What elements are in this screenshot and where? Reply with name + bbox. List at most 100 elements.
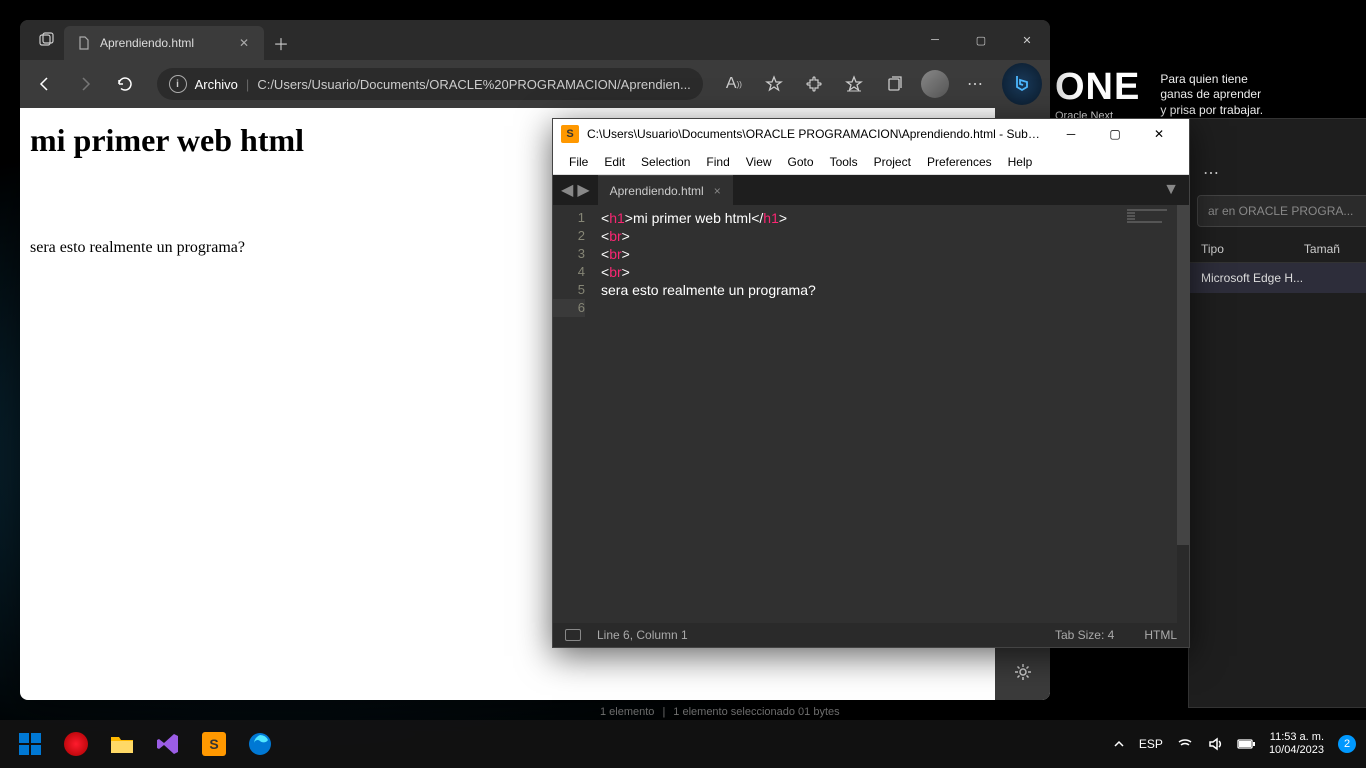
maximize-button[interactable]: ▢ (1093, 119, 1137, 149)
explorer-statusbar: 1 elemento | 1 elemento seleccionado 01 … (600, 706, 840, 718)
sublime-menubar: FileEditSelectionFindViewGotoToolsProjec… (553, 149, 1189, 175)
favorite-icon[interactable] (757, 66, 791, 102)
start-button[interactable] (10, 724, 50, 764)
menu-goto[interactable]: Goto (780, 149, 822, 174)
sublime-logo-icon: S (561, 125, 579, 143)
sublime-window-controls: ─ ▢ ✕ (1049, 119, 1181, 149)
sublime-text-window[interactable]: S C:\Users\Usuario\Documents\ORACLE PROG… (552, 118, 1190, 648)
refresh-button[interactable] (108, 66, 142, 102)
code-line-4[interactable]: <br> (601, 263, 1189, 281)
sublime-title: C:\Users\Usuario\Documents\ORACLE PROGRA… (587, 127, 1041, 141)
taskbar-clock[interactable]: 11:53 a. m. 10/04/2023 (1269, 731, 1324, 757)
volume-icon[interactable] (1207, 736, 1223, 752)
scroll-thumb[interactable] (1177, 205, 1189, 545)
minimize-button[interactable]: ─ (912, 20, 958, 60)
system-tray: ESP 11:53 a. m. 10/04/2023 2 (1113, 731, 1356, 757)
language-indicator[interactable]: ESP (1139, 737, 1163, 751)
status-syntax[interactable]: HTML (1144, 628, 1177, 642)
visual-studio-icon[interactable] (148, 724, 188, 764)
menu-tools[interactable]: Tools (822, 149, 866, 174)
address-path: C:/Users/Usuario/Documents/ORACLE%20PROG… (257, 77, 690, 92)
sublime-titlebar[interactable]: S C:\Users\Usuario\Documents\ORACLE PROG… (553, 119, 1189, 149)
sublime-statusbar: Line 6, Column 1 Tab Size: 4 HTML (553, 623, 1189, 647)
tab-title: Aprendiendo.html (100, 36, 194, 50)
tray-chevron-icon[interactable] (1113, 738, 1125, 750)
menu-edit[interactable]: Edit (596, 149, 633, 174)
windows-taskbar[interactable]: S ESP 11:53 a. m. 10/04/2023 2 (0, 720, 1366, 768)
line-gutter: 123456 (553, 205, 595, 623)
tab-next-icon[interactable]: ▶ (577, 180, 589, 200)
menu-preferences[interactable]: Preferences (919, 149, 1000, 174)
tab-strip: Aprendiendo.html ✕ ＋ (20, 20, 298, 60)
menu-help[interactable]: Help (1000, 149, 1041, 174)
wifi-icon[interactable] (1177, 736, 1193, 752)
tab-nav-arrows[interactable]: ◀ ▶ (553, 175, 598, 205)
explorer-column-headers[interactable]: Tipo Tamañ (1189, 235, 1366, 263)
scrollbar[interactable] (1177, 205, 1189, 623)
sublime-text-icon[interactable]: S (194, 724, 234, 764)
tab-close-button[interactable]: ✕ (236, 35, 252, 51)
tab-close-icon[interactable]: × (714, 184, 721, 198)
column-type[interactable]: Tipo (1201, 242, 1224, 256)
back-button[interactable] (28, 66, 62, 102)
menu-view[interactable]: View (738, 149, 780, 174)
tab-actions-button[interactable] (28, 20, 64, 60)
address-bar[interactable]: i Archivo | C:/Users/Usuario/Documents/O… (157, 68, 703, 100)
taskbar-pinned: S (10, 724, 280, 764)
window-controls: ─ ▢ ✕ (912, 20, 1050, 60)
column-size[interactable]: Tamañ (1304, 242, 1340, 256)
close-button[interactable]: ✕ (1137, 119, 1181, 149)
tab-prev-icon[interactable]: ◀ (561, 180, 573, 200)
battery-icon[interactable] (1237, 738, 1255, 750)
forward-button[interactable] (68, 66, 102, 102)
code-line-3[interactable]: <br> (601, 245, 1189, 263)
sublime-tabbar: ◀ ▶ Aprendiendo.html × ▼ (553, 175, 1189, 205)
status-tabsize[interactable]: Tab Size: 4 (1055, 628, 1114, 642)
new-tab-button[interactable]: ＋ (264, 26, 298, 60)
status-position: Line 6, Column 1 (597, 628, 688, 642)
explorer-titlebar[interactable]: ─ ▢ ✕ (1189, 119, 1366, 151)
code-line-2[interactable]: <br> (601, 227, 1189, 245)
panel-icon[interactable] (565, 629, 581, 641)
edge-icon[interactable] (240, 724, 280, 764)
one-tagline: Para quien tiene ganas de aprender y pri… (1160, 72, 1263, 119)
file-icon (76, 35, 92, 51)
explorer-search-input[interactable]: ar en ORACLE PROGRA... (1197, 195, 1366, 227)
profile-avatar[interactable] (918, 66, 952, 102)
explorer-window[interactable]: ─ ▢ ✕ ⋯ ar en ORACLE PROGRA... Tipo Tama… (1188, 118, 1366, 708)
address-protocol: Archivo (195, 77, 238, 92)
minimap[interactable] (1127, 209, 1177, 249)
code-area[interactable]: <h1>mi primer web html</h1><br><br><br>s… (595, 205, 1189, 623)
minimize-button[interactable]: ─ (1049, 119, 1093, 149)
file-explorer-icon[interactable] (102, 724, 142, 764)
maximize-button[interactable]: ▢ (958, 20, 1004, 60)
bing-chat-button[interactable] (1002, 63, 1042, 105)
one-logo: ONE (1055, 66, 1140, 109)
settings-icon[interactable] (1007, 656, 1039, 688)
extensions-icon[interactable] (797, 66, 831, 102)
favorites-bar-icon[interactable] (837, 66, 871, 102)
explorer-toolbar[interactable]: ⋯ (1189, 151, 1366, 195)
close-button[interactable]: ✕ (1004, 20, 1050, 60)
menu-selection[interactable]: Selection (633, 149, 698, 174)
collections-icon[interactable] (878, 66, 912, 102)
browser-toolbar: i Archivo | C:/Users/Usuario/Documents/O… (20, 60, 1050, 108)
read-aloud-icon[interactable]: A)) (717, 66, 751, 102)
menu-file[interactable]: File (561, 149, 596, 174)
browser-tab[interactable]: Aprendiendo.html ✕ (64, 26, 264, 60)
menu-find[interactable]: Find (698, 149, 737, 174)
opera-icon[interactable] (56, 724, 96, 764)
notification-badge[interactable]: 2 (1338, 735, 1356, 753)
sublime-editor[interactable]: 123456 <h1>mi primer web html</h1><br><b… (553, 205, 1189, 623)
sublime-tab[interactable]: Aprendiendo.html × (598, 175, 733, 205)
code-line-1[interactable]: <h1>mi primer web html</h1> (601, 209, 1189, 227)
site-info-icon[interactable]: i (169, 75, 187, 93)
explorer-file-row[interactable]: Microsoft Edge H... (1189, 263, 1366, 293)
more-icon[interactable]: ⋯ (1203, 163, 1219, 183)
tab-dropdown-icon[interactable]: ▼ (1153, 175, 1189, 205)
sublime-tab-label: Aprendiendo.html (610, 184, 704, 198)
browser-titlebar[interactable]: Aprendiendo.html ✕ ＋ ─ ▢ ✕ (20, 20, 1050, 60)
code-line-5[interactable]: sera esto realmente un programa? (601, 281, 1189, 299)
menu-button[interactable]: ⋯ (958, 66, 992, 102)
menu-project[interactable]: Project (866, 149, 919, 174)
